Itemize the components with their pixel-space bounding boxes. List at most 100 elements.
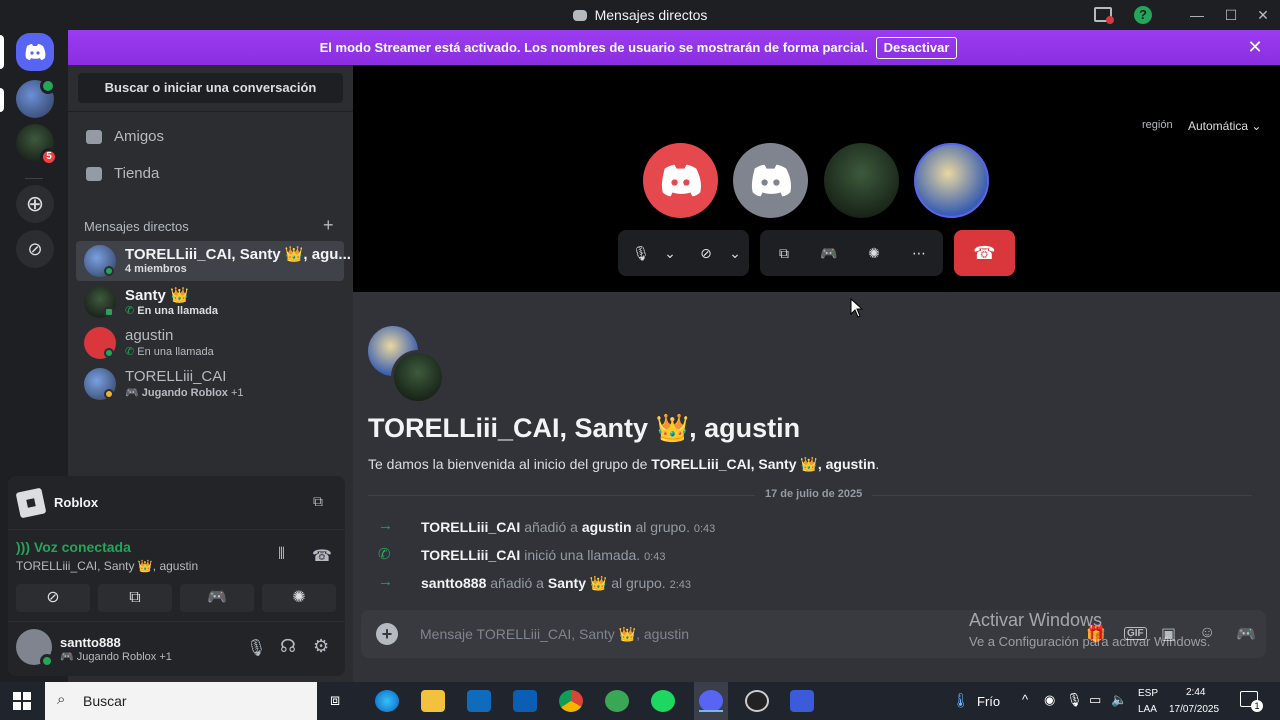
dm-name: TORELLiii_CAI, Santy 👑, agu... [125, 246, 351, 263]
discord-icon [572, 10, 587, 21]
spotify-icon[interactable] [651, 690, 675, 712]
search-button[interactable]: Buscar o iniciar una conversación [78, 73, 343, 103]
welcome-suffix: . [875, 456, 880, 472]
dm-item-agustin[interactable]: agustin ✆ En una llamada [76, 323, 344, 363]
volume-icon[interactable]: 🔈 [1111, 692, 1127, 708]
dm-item-torelliii[interactable]: TORELLiii_CAI 🎮 Jugando Roblox +1 [76, 364, 344, 404]
outlook-icon[interactable] [513, 690, 537, 712]
participant-avatar-2[interactable] [733, 143, 808, 218]
clock-time[interactable]: 2:44 [1186, 687, 1205, 698]
participant-avatar-3[interactable] [824, 143, 899, 218]
gamepad-icon[interactable]: 🎮 [820, 245, 838, 261]
obs-icon[interactable] [745, 690, 769, 712]
screen-share-icon[interactable] [1094, 7, 1114, 24]
phone-hangup-icon: ☎ [973, 243, 996, 263]
arrow-right-icon: → [378, 517, 393, 534]
discord-taskbar-icon[interactable] [699, 690, 723, 712]
help-icon[interactable]: ? [1134, 6, 1152, 24]
hang-up-button[interactable]: ☎ [954, 230, 1015, 276]
mic-icon[interactable]: 🎙 [246, 638, 266, 658]
taskbar-search-label: Buscar [83, 693, 127, 709]
maximize-button[interactable]: ☐ [1214, 0, 1248, 30]
msg-verb: inició una llamada. [524, 547, 641, 563]
soundboard-button[interactable]: ✺ [262, 584, 336, 612]
add-server-button[interactable]: ⊕ [16, 185, 54, 223]
msg-actor[interactable]: TORELLiii_CAI [421, 519, 520, 535]
more-icon[interactable]: ⋯ [910, 245, 928, 261]
close-window-button[interactable]: ✕ [1246, 0, 1280, 30]
stream-game-icon[interactable]: ⧉ [313, 493, 323, 510]
msg-actor[interactable]: santto888 [421, 575, 486, 591]
language-bottom[interactable]: LAA [1138, 704, 1157, 715]
deactivate-button[interactable]: Desactivar [876, 37, 957, 59]
language-top[interactable]: ESP [1138, 688, 1158, 699]
roblox-icon [15, 487, 47, 519]
mouse-cursor-icon [850, 298, 864, 318]
weather-text[interactable]: Frío [977, 694, 1000, 709]
explore-button[interactable]: ⊘ [16, 230, 54, 268]
chevron-down-icon[interactable]: ⌄ [726, 245, 744, 261]
voice-channel[interactable]: TORELLiii_CAI, Santy 👑, agustin [16, 559, 198, 573]
window-title-text: Mensajes directos [594, 7, 708, 23]
soundboard-icon: ✺ [292, 589, 306, 606]
activities-button[interactable]: 🎮 [180, 584, 254, 612]
nav-item-friends[interactable]: Amigos [76, 119, 344, 155]
minimize-button[interactable]: — [1180, 0, 1214, 30]
region-select[interactable]: Automática ⌄ [1188, 119, 1261, 133]
msg-target[interactable]: Santy 👑 [548, 575, 607, 591]
participant-avatar-1[interactable] [643, 143, 718, 218]
start-windows-icon[interactable] [13, 692, 31, 710]
notification-icon[interactable]: 1 [1240, 691, 1263, 712]
status-mobile-icon [104, 307, 114, 317]
username[interactable]: santto888 [60, 635, 121, 650]
taskbar-search[interactable]: ⌕ Buscar [45, 682, 317, 720]
group-dm-avatar[interactable] [16, 78, 56, 118]
mic-icon[interactable]: 🎙 [632, 245, 650, 261]
system-message: ✆ TORELLiii_CAI inició una llamada. 0:43 [370, 543, 970, 567]
santy-avatar[interactable]: 5 [16, 124, 58, 166]
message-input[interactable]: Mensaje TORELLiii_CAI, Santy 👑, agustin [420, 626, 689, 643]
welcome-prefix: Te damos la bienvenida al inicio del gru… [368, 456, 652, 472]
gamepad-icon: 🎮 [207, 589, 227, 606]
apps-gamepad-icon[interactable]: 🎮 [1236, 624, 1256, 644]
dm-item-santy[interactable]: Santy 👑 ✆ En una llamada [76, 282, 344, 322]
headphones-icon[interactable]: ☊ [280, 636, 296, 657]
participant-avatar-4[interactable] [914, 143, 989, 218]
settings-gear-icon[interactable]: ⚙ [313, 636, 329, 657]
camera-off-icon[interactable]: ⊘ [697, 245, 715, 261]
edge-icon[interactable] [375, 690, 399, 712]
soundboard-icon[interactable]: ✺ [865, 245, 883, 261]
chevron-down-icon[interactable]: ⌄ [661, 245, 679, 261]
task-view-icon[interactable]: ⧈ [330, 692, 340, 710]
chevron-up-icon[interactable]: ^ [1022, 692, 1028, 707]
nav-item-shop[interactable]: Tienda [76, 156, 344, 192]
msg-target[interactable]: agustin [582, 519, 632, 535]
store-icon[interactable] [467, 690, 491, 712]
mic-tray-icon[interactable]: 🎙 [1066, 692, 1083, 708]
msg-actor[interactable]: TORELLiii_CAI [421, 547, 520, 563]
voice-status[interactable]: Voz conectada [34, 539, 131, 555]
screen-share-button[interactable]: ⧉ [98, 584, 172, 612]
screen-share-icon[interactable]: ⧉ [775, 245, 793, 261]
roblox-studio-icon[interactable] [790, 690, 814, 712]
dm-item-group[interactable]: TORELLiii_CAI, Santy 👑, agu... 4 miembro… [76, 241, 351, 281]
user-status-extra: +1 [159, 651, 172, 663]
home-button[interactable] [16, 33, 54, 71]
chrome-icon[interactable] [559, 690, 583, 712]
clock-date[interactable]: 17/07/2025 [1169, 704, 1219, 715]
activity-name: Roblox [54, 495, 99, 510]
status-idle-icon [104, 389, 114, 399]
attach-plus-icon[interactable]: + [376, 623, 398, 645]
camera-tray-icon[interactable]: ◉ [1044, 692, 1055, 708]
camera-off-button[interactable]: ⊘ [16, 584, 90, 612]
utorrent-icon[interactable] [605, 690, 629, 712]
weather-icon[interactable]: 🌡 [952, 692, 970, 709]
noise-suppression-icon[interactable]: ⦀ [278, 546, 285, 564]
disconnect-icon[interactable]: ☎ [312, 546, 332, 566]
close-banner-icon[interactable]: ✕ [1244, 36, 1266, 58]
friends-icon [86, 130, 102, 144]
msg-verb: añadió a [524, 519, 578, 535]
network-icon[interactable]: ▭ [1089, 692, 1101, 708]
file-explorer-icon[interactable] [421, 690, 445, 712]
create-dm-button[interactable]: + [323, 215, 334, 236]
